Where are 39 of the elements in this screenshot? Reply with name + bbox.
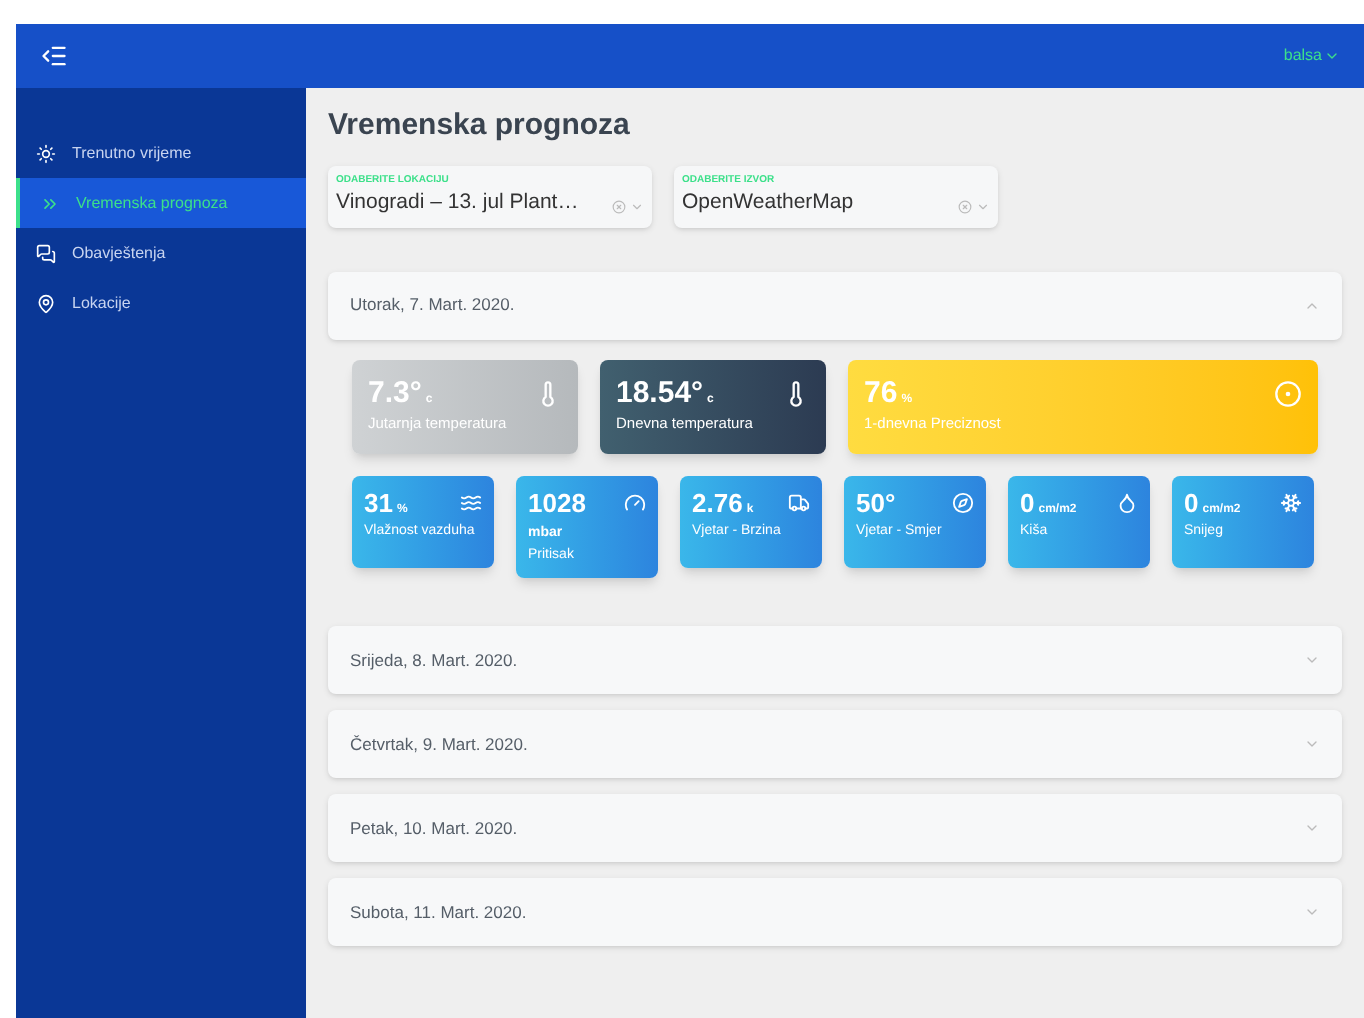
drop-icon — [1116, 492, 1138, 515]
card-value: 2.76 — [692, 487, 743, 520]
target-icon — [1274, 379, 1302, 408]
card-value: 7.3° — [368, 375, 422, 413]
day-header[interactable]: Petak, 10. Mart. 2020. — [328, 794, 1342, 863]
card-value: 0 — [1184, 487, 1199, 520]
field-value: Vinogradi – 13. jul Plant… — [336, 187, 579, 218]
day-header[interactable]: Četvrtak, 9. Mart. 2020. — [328, 710, 1342, 779]
user-menu[interactable]: balsa — [1283, 44, 1340, 68]
card-value: 50° — [856, 487, 896, 520]
menu-icon[interactable] — [40, 42, 68, 70]
page-title: Vremenska prognoza — [328, 106, 632, 146]
caret-icon[interactable] — [630, 199, 644, 213]
sidebar-item[interactable]: Trenutno vrijeme — [16, 128, 306, 178]
card-value: 1028 — [528, 487, 586, 520]
caret-icon — [1324, 48, 1340, 64]
pin-icon — [36, 293, 56, 313]
day-header[interactable]: Utorak, 7. Mart. 2020. — [328, 271, 1342, 339]
waves-icon — [460, 492, 482, 515]
card-value: 18.54° — [616, 375, 704, 413]
sidebar-item[interactable]: Lokacije — [16, 278, 306, 328]
gauge-icon — [624, 492, 646, 515]
day-header[interactable]: Subota, 11. Mart. 2020. — [328, 878, 1342, 947]
card-value: 31 — [364, 487, 393, 520]
card-value: 0 — [1020, 487, 1035, 520]
truck-icon — [788, 492, 810, 515]
sidebar-item[interactable]: Obavještenja — [16, 228, 306, 278]
sun-icon — [36, 143, 56, 163]
sidebar-item[interactable]: Vremenska prognoza — [16, 178, 306, 228]
snowflake-icon — [1280, 492, 1302, 515]
clear-icon[interactable] — [958, 199, 972, 213]
caret-icon[interactable] — [976, 199, 990, 213]
chat-icon — [36, 243, 56, 263]
double-chevron-icon — [40, 193, 60, 213]
field-value: OpenWeatherMap — [682, 187, 854, 218]
day-header[interactable]: Srijeda, 8. Mart. 2020. — [328, 626, 1342, 695]
card-value: 76 — [864, 375, 898, 413]
clear-icon[interactable] — [612, 199, 626, 213]
compass-icon — [952, 492, 974, 515]
